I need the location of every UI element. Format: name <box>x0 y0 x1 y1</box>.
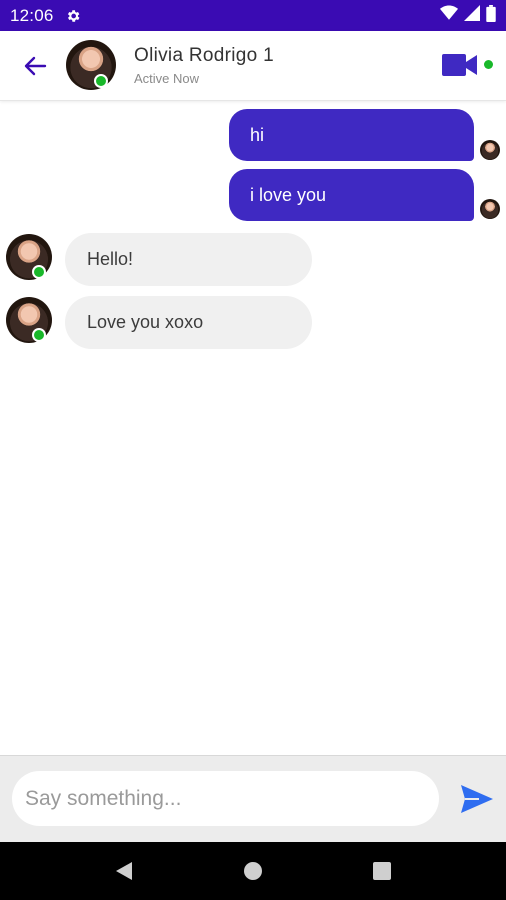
sender-avatar[interactable] <box>6 234 52 280</box>
message-text: i love you <box>250 184 327 205</box>
back-triangle-icon <box>116 862 133 880</box>
message-composer <box>0 755 506 842</box>
status-bar: 12:06 <box>0 0 506 31</box>
nav-home-button[interactable] <box>233 851 273 891</box>
wifi-icon <box>440 5 458 26</box>
online-indicator <box>32 265 46 279</box>
recents-square-icon <box>372 862 391 880</box>
message-text: hi <box>250 124 265 145</box>
signal-icon <box>464 5 480 26</box>
message-text: Hello! <box>87 249 134 269</box>
battery-icon <box>486 4 496 27</box>
status-icons <box>440 4 496 27</box>
contact-avatar[interactable] <box>66 40 116 90</box>
message-bubble-incoming[interactable]: Love you xoxo <box>65 296 312 349</box>
nav-back-button[interactable] <box>104 851 144 891</box>
chat-header: Olivia Rodrigo 1 Active Now <box>0 31 506 101</box>
status-time: 12:06 <box>10 5 54 25</box>
read-receipt-avatar <box>480 199 500 219</box>
read-receipt-avatar <box>480 140 500 160</box>
message-input[interactable] <box>12 771 439 826</box>
nav-recents-button[interactable] <box>362 851 402 891</box>
contact-name: Olivia Rodrigo 1 <box>134 45 274 66</box>
back-button[interactable] <box>18 50 52 82</box>
call-available-dot <box>484 60 493 69</box>
message-bubble-outgoing[interactable]: i love you <box>229 169 474 221</box>
system-nav-bar <box>0 842 506 900</box>
home-circle-icon <box>243 862 262 880</box>
online-indicator <box>32 328 46 342</box>
send-icon <box>461 785 493 813</box>
message-bubble-incoming[interactable]: Hello! <box>65 233 312 286</box>
online-indicator <box>94 74 108 88</box>
video-camera-icon <box>442 54 477 76</box>
contact-status: Active Now <box>134 71 200 86</box>
sender-avatar[interactable] <box>6 297 52 343</box>
video-call-button[interactable] <box>442 52 480 78</box>
arrow-left-icon <box>24 56 47 76</box>
message-text: Love you xoxo <box>87 312 204 332</box>
send-button[interactable] <box>460 784 496 816</box>
message-bubble-outgoing[interactable]: hi <box>229 109 474 161</box>
gear-icon <box>64 7 82 25</box>
